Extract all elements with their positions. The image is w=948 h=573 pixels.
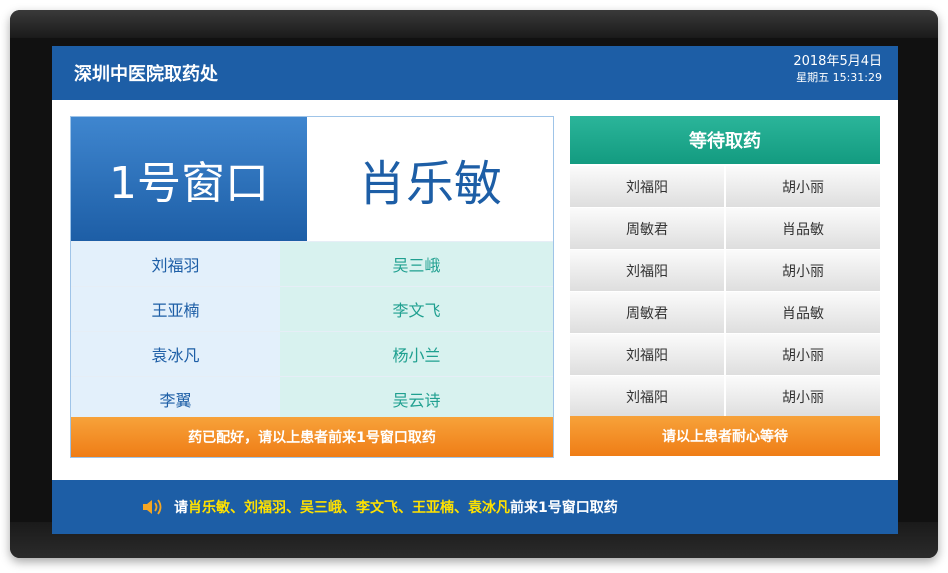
display-screen: 深圳中医院取药处 2018年5月4日 星期五 15:31:29 1号窗口 肖乐敏…	[52, 46, 898, 534]
table-row: 王亚楠 李文飞	[71, 286, 553, 331]
ready-patient-name: 王亚楠	[71, 287, 280, 331]
waiting-footer-banner: 请以上患者耐心等待	[570, 416, 880, 456]
table-row: 刘福阳 胡小丽	[570, 334, 880, 375]
datetime: 2018年5月4日 星期五 15:31:29	[793, 54, 882, 85]
announcement-bar: 请 肖乐敏、刘福羽、吴三峨、李文飞、王亚楠、袁冰凡 前来1号窗口取药	[52, 480, 898, 534]
waiting-grid: 刘福阳 胡小丽 周敏君 肖品敏 刘福阳 胡小丽 周敏君 肖品敏 刘福阳 胡小丽 …	[570, 166, 880, 417]
ready-patient-name: 杨小兰	[280, 332, 553, 376]
date-text: 2018年5月4日	[793, 54, 882, 69]
waiting-patient-name: 刘福阳	[570, 376, 724, 417]
ready-patient-name: 李文飞	[280, 287, 553, 331]
waiting-patient-name: 刘福阳	[570, 250, 724, 291]
waiting-patient-name: 刘福阳	[570, 166, 724, 207]
monitor-top-bezel	[10, 10, 938, 38]
announcement-prefix: 请	[174, 500, 188, 516]
page-title: 深圳中医院取药处	[74, 64, 218, 85]
waiting-patient-name: 胡小丽	[726, 376, 880, 417]
table-row: 刘福羽 吴三峨	[71, 241, 553, 286]
waiting-title: 等待取药	[570, 116, 880, 164]
window-label: 1号窗口	[71, 117, 307, 241]
ready-footer-banner: 药已配好，请以上患者前来1号窗口取药	[71, 417, 553, 457]
table-row: 刘福阳 胡小丽	[570, 250, 880, 291]
speaker-icon	[143, 499, 162, 515]
waiting-patient-name: 肖品敏	[726, 208, 880, 249]
monitor-frame: 深圳中医院取药处 2018年5月4日 星期五 15:31:29 1号窗口 肖乐敏…	[10, 10, 938, 558]
table-row: 刘福阳 胡小丽	[570, 166, 880, 207]
header-bar: 深圳中医院取药处 2018年5月4日 星期五 15:31:29	[52, 46, 898, 100]
waiting-patient-name: 肖品敏	[726, 292, 880, 333]
weekday-time-text: 星期五 15:31:29	[796, 71, 882, 84]
ready-patient-name: 袁冰凡	[71, 332, 280, 376]
ready-patient-grid: 刘福羽 吴三峨 王亚楠 李文飞 袁冰凡 杨小兰 李翼 吴云诗	[71, 241, 553, 421]
announcement-names: 肖乐敏、刘福羽、吴三峨、李文飞、王亚楠、袁冰凡	[188, 500, 510, 516]
waiting-patient-name: 胡小丽	[726, 166, 880, 207]
ready-patient-name: 李翼	[71, 377, 280, 421]
announcement-text: 请 肖乐敏、刘福羽、吴三峨、李文飞、王亚楠、袁冰凡 前来1号窗口取药	[142, 497, 618, 517]
waiting-panel: 等待取药 刘福阳 胡小丽 周敏君 肖品敏 刘福阳 胡小丽 周敏君 肖品敏 刘福阳…	[570, 116, 880, 456]
table-row: 李翼 吴云诗	[71, 376, 553, 421]
current-patient-name: 肖乐敏	[307, 117, 553, 241]
window-panel: 1号窗口 肖乐敏 刘福羽 吴三峨 王亚楠 李文飞 袁冰凡 杨小兰 李翼 吴云诗	[70, 116, 554, 458]
waiting-patient-name: 刘福阳	[570, 334, 724, 375]
waiting-patient-name: 周敏君	[570, 292, 724, 333]
ready-patient-name: 吴三峨	[280, 242, 553, 286]
waiting-patient-name: 胡小丽	[726, 334, 880, 375]
waiting-patient-name: 胡小丽	[726, 250, 880, 291]
ready-patient-name: 吴云诗	[280, 377, 553, 421]
announcement-suffix: 前来1号窗口取药	[510, 500, 618, 516]
table-row: 袁冰凡 杨小兰	[71, 331, 553, 376]
table-row: 周敏君 肖品敏	[570, 292, 880, 333]
table-row: 刘福阳 胡小丽	[570, 376, 880, 417]
ready-patient-name: 刘福羽	[71, 242, 280, 286]
waiting-patient-name: 周敏君	[570, 208, 724, 249]
table-row: 周敏君 肖品敏	[570, 208, 880, 249]
